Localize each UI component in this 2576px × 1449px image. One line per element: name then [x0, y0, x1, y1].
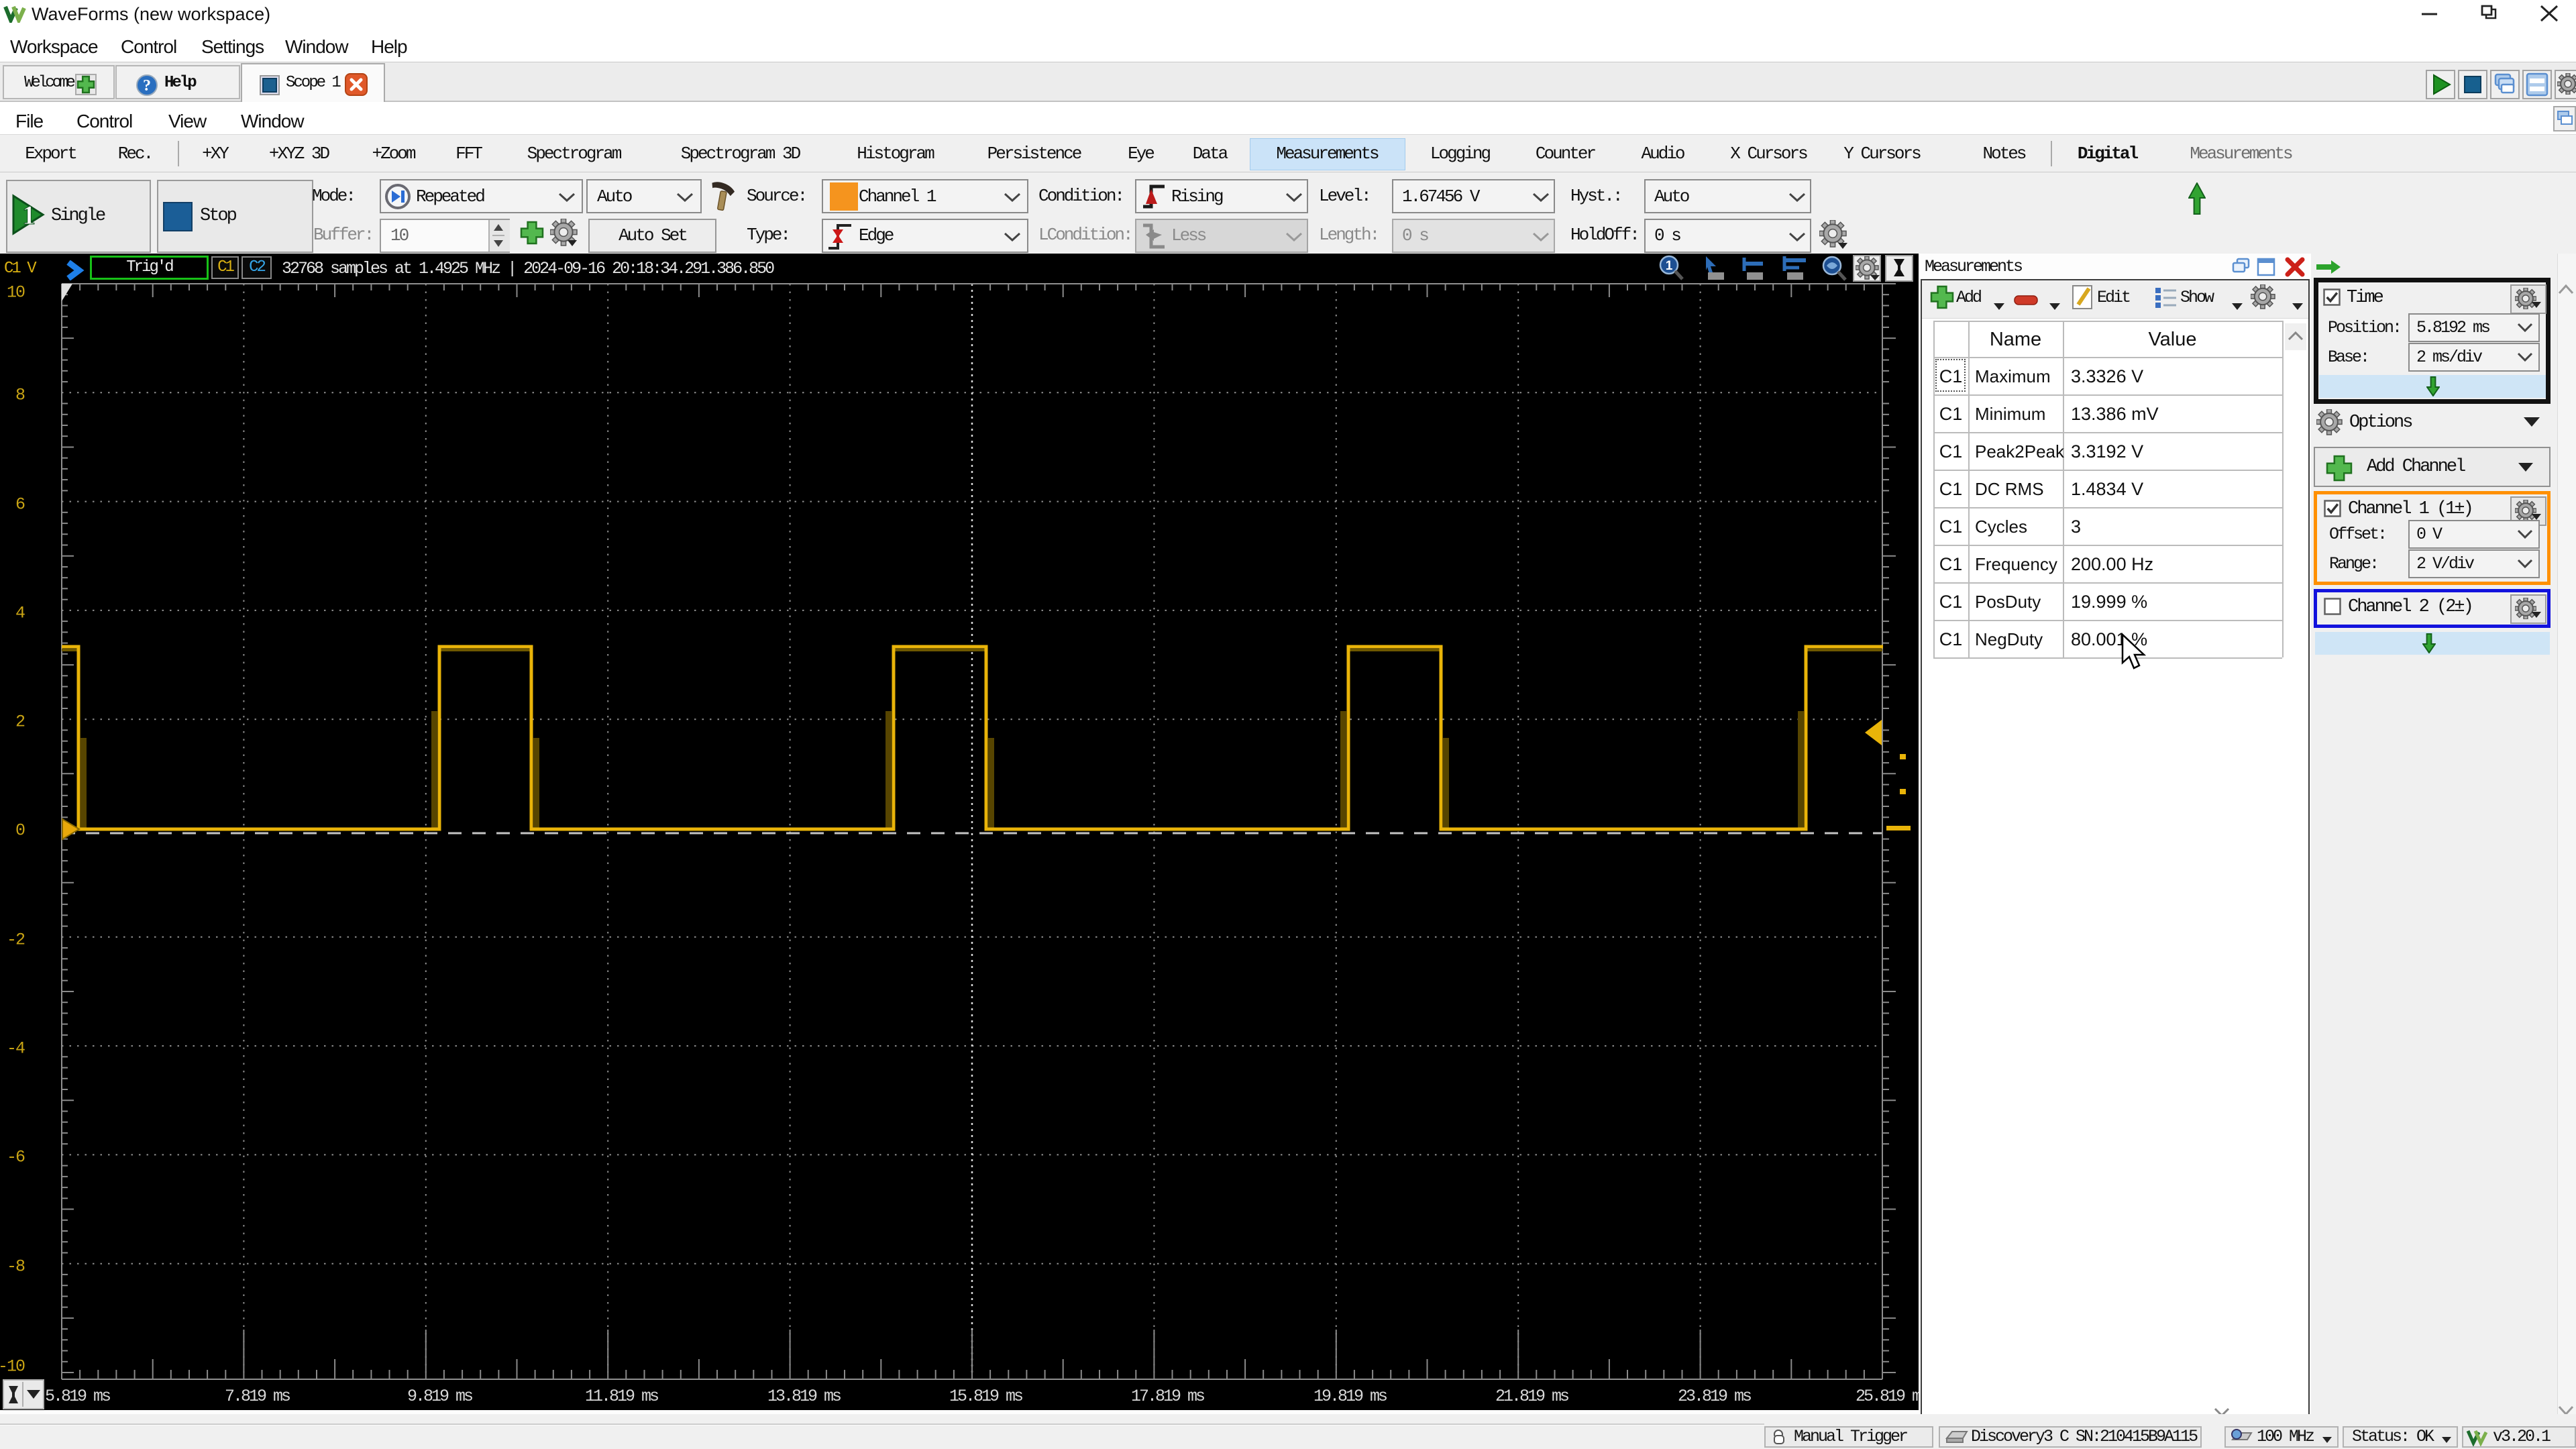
svg-text:-6: -6 [7, 1148, 25, 1167]
svg-text:11.819 ms: 11.819 ms [585, 1387, 658, 1406]
svg-text:9.819 ms: 9.819 ms [407, 1387, 472, 1406]
svg-text:0: 0 [15, 821, 25, 841]
svg-text:7.819 ms: 7.819 ms [225, 1387, 290, 1406]
svg-text:1: 1 [22, 200, 36, 230]
svg-text:8: 8 [15, 386, 25, 405]
svg-text:21.819 ms: 21.819 ms [1495, 1387, 1568, 1406]
svg-text:-10: -10 [0, 1357, 25, 1377]
svg-text:23.819 ms: 23.819 ms [1678, 1387, 1751, 1406]
svg-text:-8: -8 [7, 1257, 25, 1277]
svg-text:?: ? [143, 77, 151, 95]
svg-text:6: 6 [15, 495, 25, 515]
svg-text:19.819 ms: 19.819 ms [1313, 1387, 1387, 1406]
svg-text:5.819 ms: 5.819 ms [45, 1387, 110, 1406]
svg-text:2: 2 [15, 712, 25, 732]
svg-text:13.819 ms: 13.819 ms [767, 1387, 841, 1406]
svg-text:15.819 ms: 15.819 ms [949, 1387, 1022, 1406]
svg-text:4: 4 [15, 604, 25, 623]
svg-text:25.819 m: 25.819 m [1856, 1387, 1919, 1406]
svg-text:-4: -4 [7, 1039, 25, 1059]
svg-text:10: 10 [7, 283, 25, 303]
svg-text:-2: -2 [7, 930, 25, 950]
svg-text:17.819 ms: 17.819 ms [1131, 1387, 1204, 1406]
